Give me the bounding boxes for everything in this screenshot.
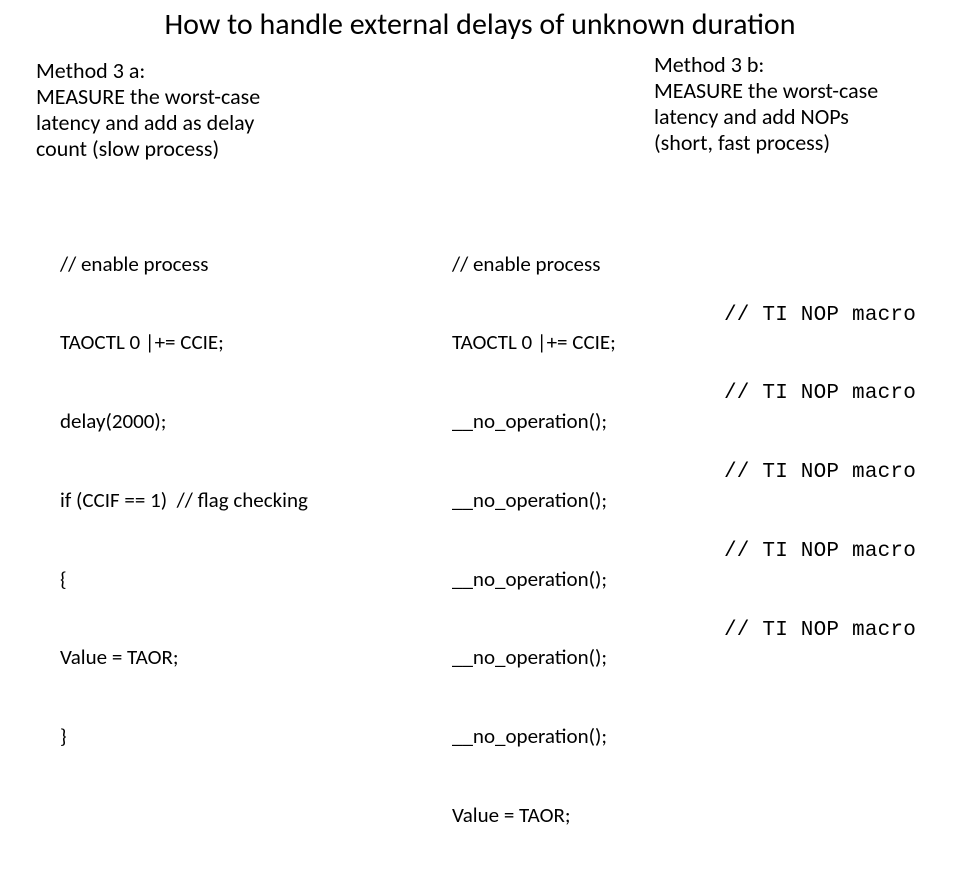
code-b-comment3: // TI NOP macro bbox=[724, 460, 954, 486]
code-a-line3: delay(2000); bbox=[60, 408, 440, 434]
method-b-description: Method 3 b: MEASURE the worst-case laten… bbox=[654, 52, 954, 156]
code-b-line6: __no_operation(); bbox=[452, 644, 712, 670]
code-a-line1: // enable process bbox=[60, 251, 440, 277]
code-block-a: // enable process TAOCTL 0 |+= CCIE; del… bbox=[60, 198, 440, 802]
slide: How to handle external delays of unknown… bbox=[0, 0, 960, 540]
code-b-comment2: // TI NOP macro bbox=[724, 381, 954, 407]
method-a-heading: Method 3 a: bbox=[36, 58, 366, 84]
method-a-line1: MEASURE the worst-case bbox=[36, 84, 366, 110]
method-b-line3: (short, fast process) bbox=[654, 130, 954, 156]
code-a-line7: } bbox=[60, 723, 440, 749]
code-b-line2: TAOCTL 0 |+= CCIE; bbox=[452, 329, 712, 355]
code-b-line7: __no_operation(); bbox=[452, 723, 712, 749]
method-a-line3: count (slow process) bbox=[36, 136, 366, 162]
method-b-heading: Method 3 b: bbox=[654, 52, 954, 78]
code-b-comment4: // TI NOP macro bbox=[724, 539, 954, 565]
code-a-line6: Value = TAOR; bbox=[60, 644, 440, 670]
code-a-line2: TAOCTL 0 |+= CCIE; bbox=[60, 329, 440, 355]
code-b-comment5: // TI NOP macro bbox=[724, 618, 954, 644]
code-b-line5: __no_operation(); bbox=[452, 566, 712, 592]
code-b-line3: __no_operation(); bbox=[452, 408, 712, 434]
code-a-line4: if (CCIF == 1) // flag checking bbox=[60, 487, 440, 513]
code-a-line5: { bbox=[60, 566, 440, 592]
code-b-line4: __no_operation(); bbox=[452, 487, 712, 513]
code-block-b: // enable process TAOCTL 0 |+= CCIE; __n… bbox=[452, 198, 712, 881]
method-a-line2: latency and add as delay bbox=[36, 110, 366, 136]
slide-title: How to handle external delays of unknown… bbox=[0, 6, 960, 43]
method-b-line1: MEASURE the worst-case bbox=[654, 78, 954, 104]
code-b-comments: // TI NOP macro // TI NOP macro // TI NO… bbox=[724, 250, 954, 696]
code-b-line1: // enable process bbox=[452, 251, 712, 277]
method-b-line2: latency and add NOPs bbox=[654, 104, 954, 130]
method-a-description: Method 3 a: MEASURE the worst-case laten… bbox=[36, 58, 366, 162]
code-b-line8: Value = TAOR; bbox=[452, 802, 712, 828]
code-b-comment1: // TI NOP macro bbox=[724, 303, 954, 329]
